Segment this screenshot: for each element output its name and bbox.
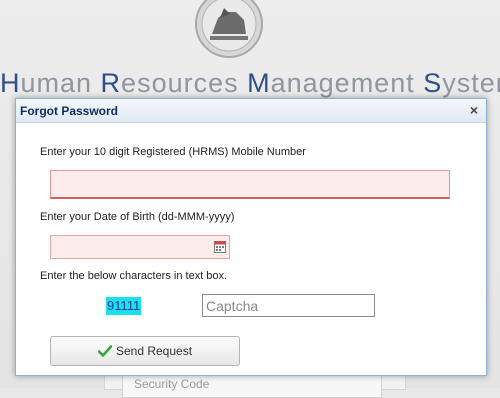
state-emblem-icon [195, 0, 263, 58]
mobile-number-label: Enter your 10 digit Registered (HRMS) Mo… [40, 146, 306, 158]
title-word-4: System [423, 68, 500, 98]
forgot-password-dialog: Forgot Password × Enter your 10 digit Re… [15, 98, 487, 376]
date-of-birth-label: Enter your Date of Birth (dd-MMM-yyyy) [40, 211, 235, 223]
mobile-number-input[interactable] [50, 170, 450, 199]
date-of-birth-input[interactable] [50, 235, 230, 259]
captcha-input[interactable] [202, 294, 375, 317]
dialog-header: Forgot Password × [16, 99, 486, 123]
app-title: Human Resources Management System [0, 68, 500, 99]
background-security-code-label: Security Code [134, 377, 210, 391]
dialog-title: Forgot Password [20, 104, 119, 118]
send-request-label: Send Request [115, 344, 193, 358]
title-word-3: Management [247, 68, 424, 98]
title-word-2: Resources [100, 68, 248, 98]
send-request-button[interactable]: Send Request [50, 336, 240, 366]
captcha-instruction-label: Enter the below characters in text box. [40, 270, 228, 282]
check-icon [97, 345, 112, 357]
captcha-code: 91111 [106, 297, 142, 315]
calendar-icon[interactable] [214, 240, 226, 253]
title-word-1: Human [0, 68, 101, 98]
close-icon[interactable]: × [470, 102, 478, 118]
